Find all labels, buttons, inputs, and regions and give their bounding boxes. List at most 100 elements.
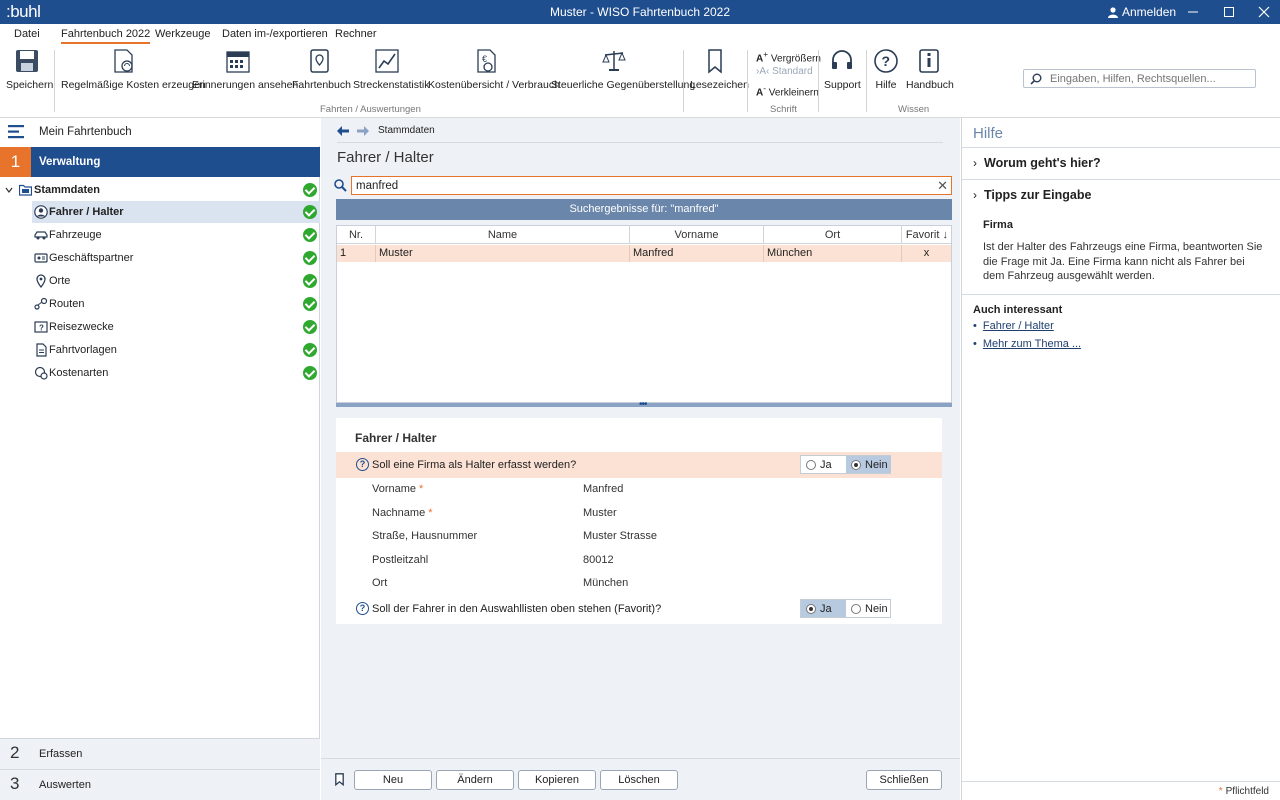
copy-button[interactable]: Kopieren [518,770,596,790]
nav-section-verwaltung[interactable]: 1 Verwaltung [0,147,320,177]
company-radio-ja[interactable]: Ja [801,456,846,473]
svg-text:?: ? [39,324,44,333]
maximize-button[interactable] [1209,0,1249,24]
breadcrumb-item[interactable]: Stammdaten [378,125,435,136]
radio-icon [806,604,816,614]
question-icon[interactable]: ? [356,458,369,471]
close-button[interactable]: Schließen [866,770,942,790]
bookmark-icon[interactable] [335,773,344,786]
field-nachname[interactable]: Nachname * Muster [336,504,942,524]
nav-item-geschaeftspartner[interactable]: Geschäftspartner [0,247,320,269]
nav-item-orte[interactable]: Orte [0,270,320,292]
tax-comparison-label: Steuerliche Gegenüberstellung [551,79,696,91]
login-button[interactable]: Anmelden [1108,5,1176,19]
nav-item-fahrer-halter[interactable]: Fahrer / Halter [32,201,320,223]
tab-werkzeuge[interactable]: Werkzeuge [155,28,210,40]
favorite-radio-nein[interactable]: Nein [846,600,891,617]
field-label: Postleitzahl [372,554,429,566]
arrow-left-icon[interactable] [337,126,349,136]
help-section-worum[interactable]: › Worum geht's hier? [962,147,1280,179]
nav-item-fahrzeuge[interactable]: Fahrzeuge [0,224,320,246]
field-ort[interactable]: Ort München [336,574,942,594]
company-radio-nein[interactable]: Nein [846,456,891,473]
field-vorname[interactable]: Vorname * Manfred [336,480,942,500]
tab-daten[interactable]: Daten im-/exportieren [222,28,328,40]
question-icon[interactable]: ? [356,602,369,615]
ribbon-group-knowledge: Wissen [898,104,930,115]
field-label: Straße, Hausnummer [372,530,478,542]
nav-section-auswerten[interactable]: 3 Auswerten [0,769,320,799]
support-button[interactable]: Support [824,48,861,91]
column-header-favorit[interactable]: Favorit ↓ [902,226,951,244]
required-mark: * [1218,786,1223,797]
close-window-button[interactable] [1244,0,1280,24]
table-cell: 1 [337,245,376,262]
favorite-radio-ja[interactable]: Ja [801,600,846,617]
font-shrink-label: Verkleinern [768,87,819,99]
help-link-fahrer-halter[interactable]: • Fahrer / Halter [973,320,1054,332]
nav-my-logbook[interactable]: Mein Fahrtenbuch [0,118,320,146]
tab-fahrtenbuch[interactable]: Fahrtenbuch 2022 [61,28,151,44]
help-section-tipps[interactable]: › Tipps zur Eingabe [962,179,1280,211]
nav-item-kostenarten[interactable]: Kostenarten [0,362,320,384]
help-button[interactable]: ? Hilfe [872,48,900,91]
column-header-name[interactable]: Name [376,226,630,244]
delete-button[interactable]: Löschen [600,770,678,790]
nav-item-reisezwecke[interactable]: ? Reisezwecke [0,316,320,338]
route-stats-button[interactable]: Streckenstatistik [353,48,429,91]
radio-label: Ja [820,459,832,471]
driver-search-input[interactable] [356,178,936,193]
field-postleitzahl[interactable]: Postleitzahl 80012 [336,551,942,571]
global-search-box[interactable] [1023,69,1256,88]
field-label: Nachname * [372,507,432,519]
cost-overview-label: Kostenübersicht / Verbrauch [428,79,560,91]
new-button[interactable]: Neu [354,770,432,790]
field-value[interactable]: Manfred [583,483,623,495]
recurring-costs-button[interactable]: Regelmäßige Kosten erzeugen [61,48,206,91]
table-row[interactable]: 1 Muster Manfred München x [337,245,951,262]
help-also-interesting: Auch interessant [962,294,1280,316]
nav-section-erfassen[interactable]: 2 Erfassen [0,739,320,769]
radio-icon [851,604,861,614]
bookmarks-button[interactable]: Lesezeichen [690,48,749,91]
tab-rechner[interactable]: Rechner [335,28,377,40]
tab-datei[interactable]: Datei [14,28,40,40]
help-link-label: Mehr zum Thema ... [982,338,1082,350]
nav-section-number: 1 [0,147,31,177]
company-question-label: Soll eine Firma als Halter erfasst werde… [372,459,577,471]
nav-my-logbook-label: Mein Fahrtenbuch [39,126,132,138]
detail-panel: Fahrer / Halter ? Soll eine Firma als Ha… [336,418,942,624]
minimize-button[interactable] [1173,0,1213,24]
column-header-ort[interactable]: Ort [764,226,902,244]
splitter-handle[interactable]: ••• [336,399,952,410]
field-value[interactable]: München [583,577,628,589]
global-search-input[interactable] [1050,71,1250,86]
font-enlarge-button[interactable]: A+ Vergrößern [756,49,821,64]
font-shrink-button[interactable]: A- Verkleinern [756,83,819,98]
cost-overview-button[interactable]: € Kostenübersicht / Verbrauch [428,48,560,91]
tax-comparison-button[interactable]: Steuerliche Gegenüberstellung [551,48,695,91]
logbook-button[interactable]: Fahrtenbuch [292,48,351,91]
edit-button[interactable]: Ändern [436,770,514,790]
nav-item-routen[interactable]: Routen [0,293,320,315]
svg-text:€: € [482,54,487,64]
driver-search-field[interactable]: ✕ [351,176,952,195]
save-button[interactable]: Speichern [6,48,53,91]
help-link-mehr-zum-thema[interactable]: • Mehr zum Thema ... [973,338,1081,350]
reminders-button[interactable]: Erinnerungen ansehen [192,48,298,91]
clear-search-icon[interactable]: ✕ [937,178,948,194]
font-standard-button[interactable]: ›A‹ Standard [756,66,813,77]
nav-bottom-sections: 2 Erfassen 3 Auswerten [0,738,320,800]
tree-root-stammdaten[interactable]: Stammdaten [0,179,320,201]
field-strasse[interactable]: Straße, Hausnummer Muster Strasse [336,527,942,547]
search-results-header: Suchergebnisse für: "manfred" [336,199,952,220]
column-header-nr[interactable]: Nr. [337,226,376,244]
nav-item-fahrtvorlagen[interactable]: Fahrtvorlagen [0,339,320,361]
manual-button[interactable]: Handbuch [906,48,954,91]
field-value[interactable]: 80012 [583,554,614,566]
field-value[interactable]: Muster Strasse [583,530,657,542]
arrow-right-icon[interactable] [357,126,369,136]
company-question-row: ? Soll eine Firma als Halter erfasst wer… [336,452,942,478]
column-header-vorname[interactable]: Vorname [630,226,764,244]
field-value[interactable]: Muster [583,507,617,519]
